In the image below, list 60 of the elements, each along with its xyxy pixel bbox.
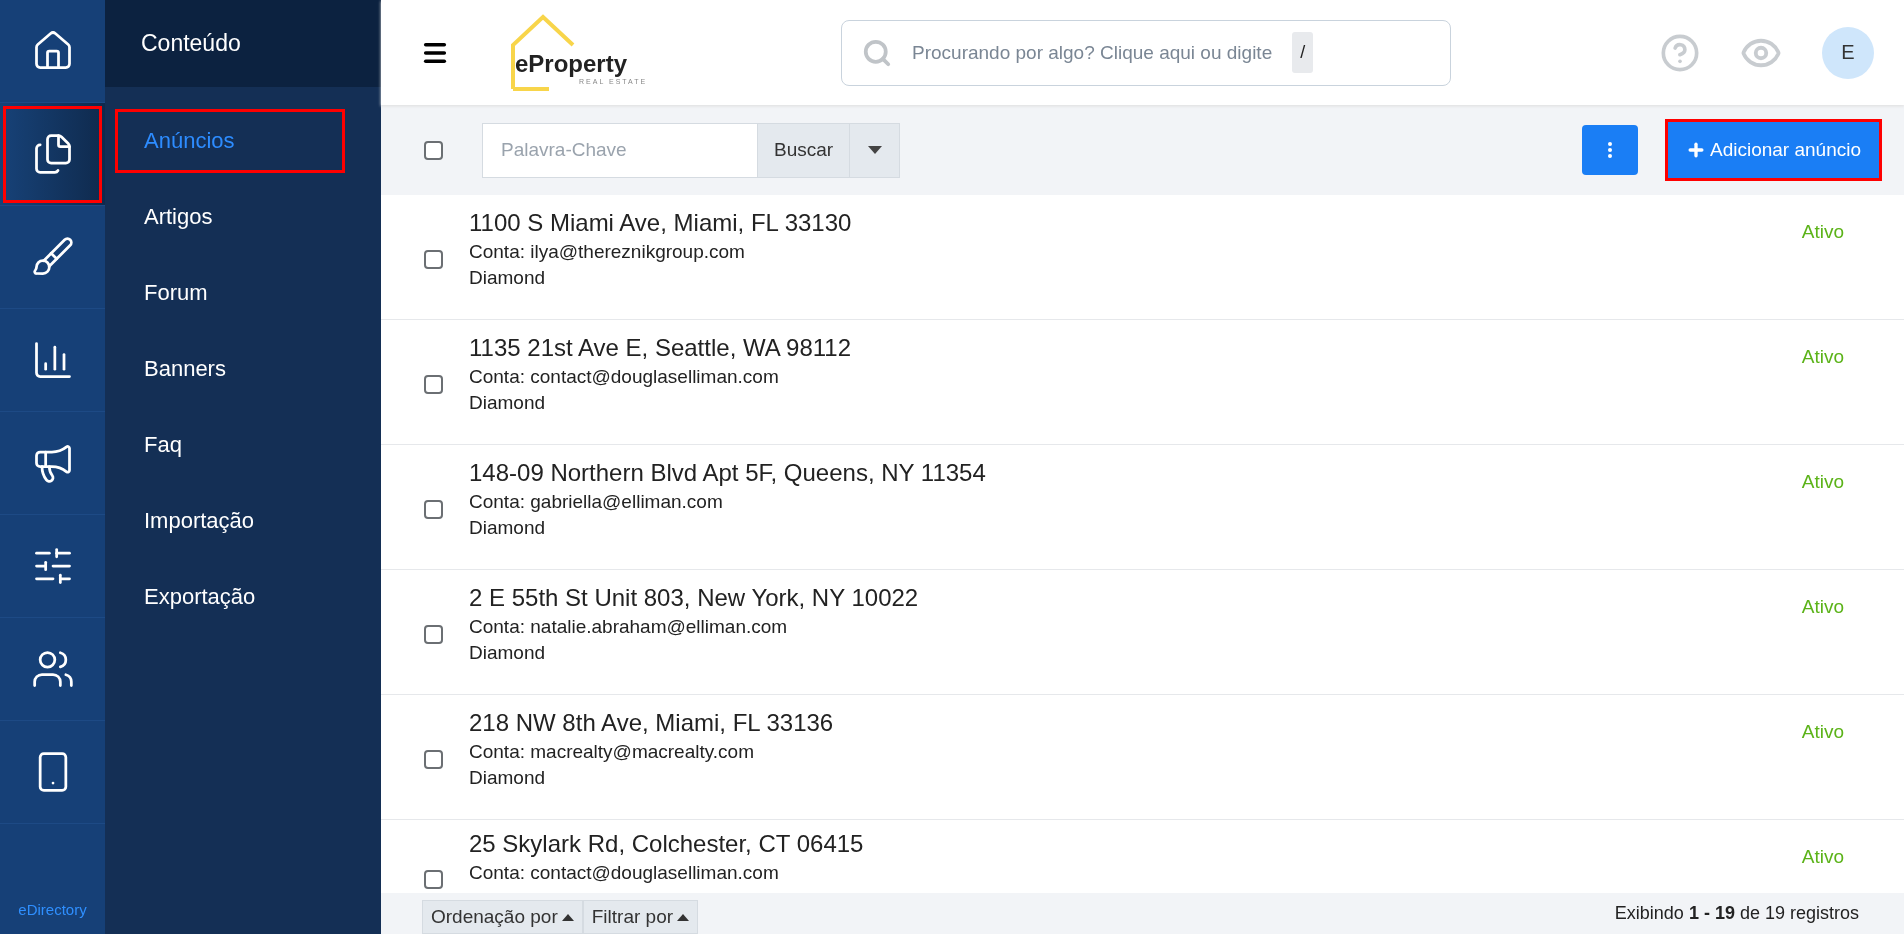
status-label: Ativo (1801, 345, 1844, 369)
rail-item[interactable] (0, 103, 105, 206)
listing-account: Conta: natalie.abraham@elliman.com (469, 616, 789, 638)
sidebar-item[interactable]: Faq (115, 413, 345, 477)
sidebar-item[interactable]: Importação (115, 489, 345, 553)
select-all-checkbox[interactable] (424, 140, 443, 160)
sidebar-title: Conteúdo (105, 0, 381, 87)
listing-plan: Diamond (469, 392, 547, 414)
sidebar-item[interactable]: Forum (115, 261, 345, 325)
row-checkbox[interactable] (424, 500, 443, 519)
row-checkbox[interactable] (424, 250, 443, 269)
listing-plan: Diamond (469, 267, 547, 289)
row-checkbox[interactable] (424, 870, 443, 889)
listing-row[interactable]: 1100 S Miami Ave, Miami, FL 33130 Conta: ilya@thereznikgroup.com Diamond Ativo (381, 195, 1904, 320)
status-label: Ativo (1801, 595, 1844, 619)
status-label: Ativo (1801, 470, 1844, 494)
add-listing-button[interactable]: Adicionar anúncio (1667, 122, 1879, 178)
keyword-field[interactable]: Palavra-Chave Buscar (482, 122, 901, 178)
caret-up-icon (677, 913, 690, 921)
listing-plan: Diamond (469, 517, 547, 539)
sidebar-item[interactable]: Artigos (115, 185, 345, 249)
avatar[interactable]: E (1822, 26, 1874, 79)
listing-address: 2 E 55th St Unit 803, New York, NY 10022 (469, 584, 920, 612)
listing-address: 218 NW 8th Ave, Miami, FL 33136 (469, 709, 835, 737)
row-checkbox[interactable] (424, 375, 443, 394)
status-label: Ativo (1801, 720, 1844, 744)
shortcut-key: / (1292, 32, 1314, 73)
listing-row[interactable]: 148-09 Northern Blvd Apt 5F, Queens, NY 11354 Conta: gabriella@elliman.com Diamond Ativo (381, 445, 1904, 570)
listing-row[interactable]: 2 E 55th St Unit 803, New York, NY 10022 Conta: natalie.abraham@elliman.com Diamond Ativo (381, 570, 1904, 695)
sort-button[interactable]: Ordenação por (422, 900, 583, 934)
sidebar-item[interactable]: Exportação (115, 565, 345, 629)
caret-down-icon (867, 146, 882, 154)
row-checkbox[interactable] (424, 625, 443, 644)
filter-button[interactable]: Filtrar por (582, 900, 699, 934)
search-icon (862, 37, 892, 68)
listing-address: 148-09 Northern Blvd Apt 5F, Queens, NY 11354 (469, 459, 987, 487)
more-icon (1607, 142, 1612, 158)
listing-account: Conta: contact@douglaselliman.com (469, 862, 780, 884)
status-label: Ativo (1801, 845, 1844, 869)
listing-address: 25 Skylark Rd, Colchester, CT 06415 (469, 830, 865, 858)
row-checkbox[interactable] (424, 750, 443, 769)
caret-up-icon (561, 913, 574, 921)
listing-plan: Diamond (469, 642, 547, 664)
status-label: Ativo (1801, 220, 1844, 244)
listing-row[interactable]: 218 NW 8th Ave, Miami, FL 33136 Conta: macrealty@macrealty.com Diamond Ativo (381, 695, 1904, 820)
listing-address: 1100 S Miami Ave, Miami, FL 33130 (469, 209, 853, 237)
listing-plan: Diamond (469, 767, 547, 789)
search-field[interactable]: Procurando por algo? Clique aqui ou digite / (841, 19, 1451, 86)
sidebar-item[interactable]: Banners (115, 337, 345, 401)
listing-row[interactable]: 1135 21st Ave E, Seattle, WA 98112 Conta: contact@douglaselliman.com Diamond Ativo (381, 320, 1904, 445)
dropdown-button[interactable] (849, 123, 900, 177)
listing-address: 1135 21st Ave E, Seattle, WA 98112 (469, 334, 853, 362)
search-button[interactable]: Buscar (757, 123, 850, 177)
records-summary: Exibindo 1 - 19 de 19 registros (1614, 903, 1859, 924)
more-button[interactable] (1581, 125, 1638, 175)
listing-account: Conta: gabriella@elliman.com (469, 491, 724, 513)
listing-account: Conta: ilya@thereznikgroup.com (469, 241, 746, 263)
listing-account: Conta: macrealty@macrealty.com (469, 741, 756, 763)
listing-account: Conta: contact@douglaselliman.com (469, 366, 780, 388)
sidebar-item[interactable]: Anúncios (115, 109, 345, 173)
